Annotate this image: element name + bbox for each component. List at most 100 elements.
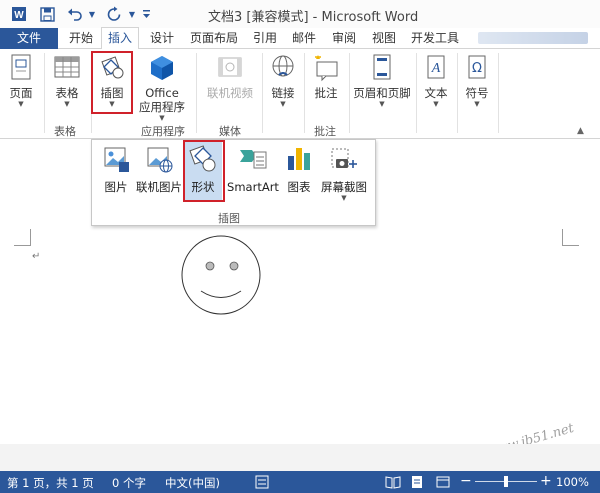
picture-button[interactable]: 图片 bbox=[99, 144, 133, 194]
ribbon-tab-bar: 文件 开始 插入 设计 页面布局 引用 邮件 审阅 视图 开发工具 bbox=[0, 27, 600, 50]
symbol-button[interactable]: Ω 符号 ▼ bbox=[461, 53, 493, 109]
group-label-media: 媒体 bbox=[219, 125, 241, 138]
omega-icon: Ω bbox=[468, 55, 486, 79]
chart-label: 图表 bbox=[287, 180, 311, 194]
chevron-down-icon: ▼ bbox=[474, 100, 480, 108]
table-button[interactable]: 表格 ▼ bbox=[50, 53, 84, 109]
screenshot-label: 屏幕截图 bbox=[321, 180, 367, 194]
text-box-icon: A bbox=[427, 55, 445, 79]
zoom-in-icon[interactable]: + bbox=[540, 473, 552, 489]
office-apps-button[interactable]: Office 应用程序 ▼ bbox=[136, 53, 188, 123]
comment-icon bbox=[315, 55, 338, 82]
highlight-box bbox=[183, 140, 225, 202]
header-footer-button[interactable]: 页眉和页脚 ▼ bbox=[352, 53, 412, 109]
tab-review[interactable]: 审阅 bbox=[332, 28, 356, 48]
page-button[interactable]: 页面 ▼ bbox=[4, 53, 38, 109]
online-video-label: 联机视频 bbox=[207, 86, 253, 100]
ribbon: 页面 ▼ 表格 ▼ 表格 插图 ▼ Office 应用程序 ▼ 应用程序 联机视… bbox=[0, 49, 600, 139]
ribbon-divider bbox=[304, 53, 305, 133]
tab-mailings[interactable]: 邮件 bbox=[292, 28, 316, 48]
redo-icon[interactable] bbox=[103, 3, 125, 25]
web-layout-icon[interactable] bbox=[436, 475, 450, 492]
smartart-icon bbox=[240, 150, 267, 169]
apps-label: 应用程序 bbox=[139, 100, 185, 114]
dropdown-group-label: 插图 bbox=[218, 212, 240, 225]
tab-insert[interactable]: 插入 bbox=[101, 27, 140, 50]
comment-button[interactable]: 批注 bbox=[309, 53, 343, 100]
picture-icon bbox=[104, 147, 129, 172]
online-picture-button[interactable]: 联机图片 bbox=[135, 144, 183, 194]
header-footer-icon bbox=[373, 54, 391, 80]
word-count[interactable]: 0 个字 bbox=[112, 475, 146, 491]
picture-label: 图片 bbox=[104, 180, 128, 194]
tab-view[interactable]: 视图 bbox=[372, 28, 396, 48]
tab-references[interactable]: 引用 bbox=[253, 28, 277, 48]
tab-developer[interactable]: 开发工具 bbox=[411, 28, 459, 48]
screenshot-icon bbox=[331, 148, 357, 168]
links-label: 链接 bbox=[271, 86, 295, 100]
svg-text:W: W bbox=[14, 10, 24, 21]
group-label-apps: 应用程序 bbox=[141, 125, 185, 138]
language-indicator[interactable]: 中文(中国) bbox=[165, 475, 220, 491]
margin-corner-mark bbox=[562, 229, 579, 246]
word-app-icon[interactable]: W bbox=[8, 3, 30, 25]
zoom-out-icon[interactable]: − bbox=[460, 473, 472, 489]
page-icon bbox=[11, 54, 31, 80]
status-bar: 第 1 页，共 1 页 0 个字 中文(中国) − + 100% bbox=[0, 471, 600, 493]
tab-home[interactable]: 开始 bbox=[69, 28, 93, 48]
chevron-down-icon: ▼ bbox=[379, 100, 385, 108]
page-count[interactable]: 第 1 页，共 1 页 bbox=[7, 475, 94, 491]
save-icon[interactable] bbox=[36, 3, 58, 25]
zoom-level[interactable]: 100% bbox=[556, 475, 589, 489]
print-layout-icon[interactable] bbox=[410, 475, 424, 492]
ribbon-divider bbox=[416, 53, 417, 133]
paragraph-mark: ↵ bbox=[32, 251, 41, 262]
ribbon-divider bbox=[349, 53, 350, 133]
online-video-button[interactable]: 联机视频 bbox=[204, 53, 256, 100]
tab-page-layout[interactable]: 页面布局 bbox=[190, 28, 238, 48]
office-label: Office bbox=[145, 86, 179, 100]
online-picture-label: 联机图片 bbox=[136, 180, 182, 194]
smartart-button[interactable]: SmartArt bbox=[226, 144, 280, 194]
online-picture-icon bbox=[147, 147, 173, 173]
group-label-table: 表格 bbox=[54, 125, 76, 138]
ribbon-divider bbox=[457, 53, 458, 133]
undo-icon[interactable] bbox=[64, 3, 86, 25]
text-button[interactable]: A 文本 ▼ bbox=[420, 53, 452, 109]
smiley-face-shape[interactable] bbox=[181, 234, 261, 316]
chevron-down-icon: ▼ bbox=[159, 114, 165, 122]
chevron-down-icon: ▼ bbox=[341, 194, 347, 202]
zoom-slider-thumb[interactable] bbox=[504, 476, 508, 487]
svg-text:Ω: Ω bbox=[472, 61, 482, 76]
tab-design[interactable]: 设计 bbox=[150, 28, 174, 48]
chevron-down-icon: ▼ bbox=[18, 100, 24, 108]
tab-file[interactable]: 文件 bbox=[0, 28, 58, 49]
chevron-down-icon: ▼ bbox=[280, 100, 286, 108]
screenshot-button[interactable]: 屏幕截图 ▼ bbox=[318, 144, 370, 202]
customize-qat-icon[interactable] bbox=[140, 3, 152, 25]
collapse-ribbon-icon[interactable]: ▲ bbox=[577, 126, 584, 136]
chevron-down-icon: ▼ bbox=[433, 100, 439, 108]
link-icon bbox=[272, 55, 294, 77]
status-area: 第 1 页，共 1 页 0 个字 中文(中国) − + 100% bbox=[0, 444, 600, 493]
links-button[interactable]: 链接 ▼ bbox=[266, 53, 300, 109]
svg-text:A: A bbox=[431, 61, 441, 76]
header-footer-label: 页眉和页脚 bbox=[353, 86, 411, 100]
film-icon bbox=[218, 57, 242, 77]
window-title: 文档3 [兼容模式] - Microsoft Word bbox=[208, 10, 419, 25]
table-icon bbox=[54, 56, 80, 78]
group-label-comments: 批注 bbox=[314, 125, 336, 138]
read-mode-icon[interactable] bbox=[385, 475, 401, 492]
chart-icon bbox=[288, 148, 310, 170]
undo-dropdown-icon[interactable]: ▼ bbox=[86, 3, 98, 25]
table-label: 表格 bbox=[55, 86, 79, 100]
chart-button[interactable]: 图表 bbox=[284, 144, 314, 194]
chevron-down-icon: ▼ bbox=[64, 100, 70, 108]
redo-dropdown-icon[interactable]: ▼ bbox=[126, 3, 138, 25]
illustrations-dropdown: 图片 联机图片 形状 SmartArt 图表 屏幕截图 ▼ 插图 bbox=[91, 139, 376, 226]
text-label: 文本 bbox=[424, 86, 448, 100]
store-icon bbox=[151, 56, 173, 80]
layout-icon[interactable] bbox=[255, 475, 269, 492]
account-area[interactable] bbox=[478, 32, 588, 44]
smartart-label: SmartArt bbox=[227, 180, 279, 194]
